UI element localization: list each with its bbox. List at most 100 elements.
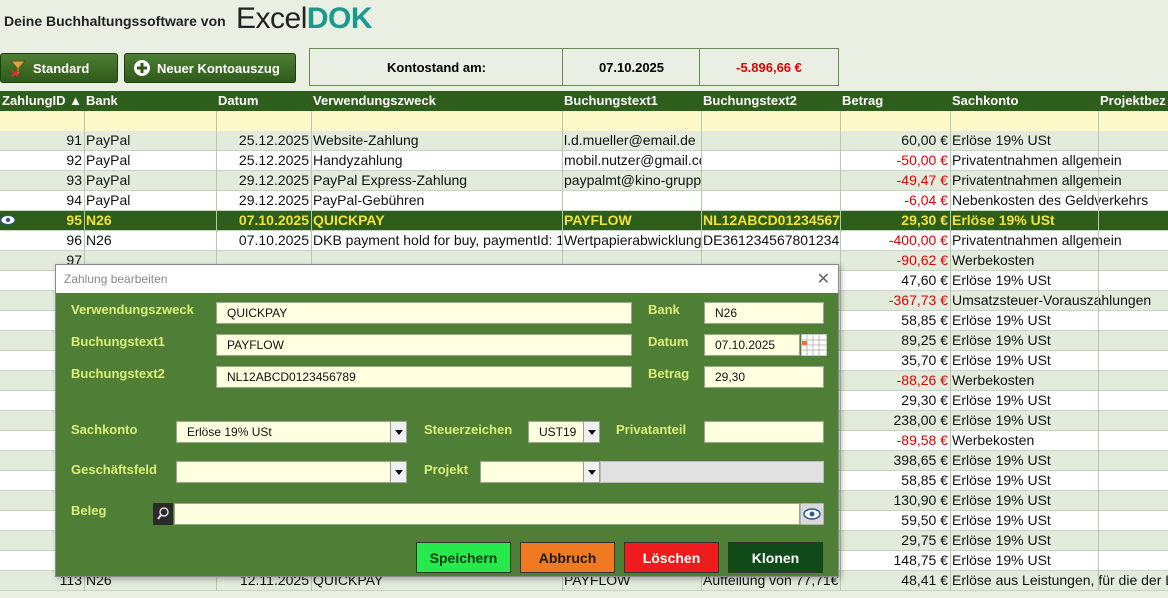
chevron-down-icon[interactable] [583, 462, 599, 482]
cell-amount: 238,00 € [893, 412, 949, 428]
date-input[interactable]: 07.10.2025 [704, 334, 800, 356]
table-row-selected[interactable]: 95 N26 07.10.2025 QUICKPAY PAYFLOW NL12ABCD01… [0, 211, 1168, 231]
column-header-date[interactable]: Datum [216, 91, 311, 111]
tax-label: Steuerzeichen [424, 422, 513, 437]
cell-amount: -88,26 € [896, 372, 948, 388]
column-header-purpose[interactable]: Verwendungszweck [311, 91, 562, 111]
cell-amount: -90,62 € [896, 252, 948, 268]
cell-amount: 35,70 € [901, 352, 948, 368]
text2-input[interactable]: NL12ABCD0123456789 [216, 366, 632, 388]
field-select[interactable] [176, 461, 407, 483]
column-header-text1[interactable]: Buchungstext1 [562, 91, 701, 111]
cell-bank: N26 [86, 232, 112, 248]
cell-amount: -49,47 € [896, 172, 948, 188]
cell-text2: NL12ABCD0123456789 [703, 212, 840, 228]
cell-text1 [562, 191, 701, 210]
eye-icon[interactable] [800, 503, 824, 525]
receipt-input[interactable] [174, 503, 800, 525]
cell-purpose: Handyzahlung [313, 152, 403, 168]
cell-account: Erlöse 19% USt [952, 212, 1055, 228]
chevron-down-icon[interactable] [390, 462, 406, 482]
chevron-down-icon[interactable] [583, 422, 599, 442]
cell-amount: 59,50 € [901, 512, 948, 528]
cell-account: Erlöse 19% USt [952, 352, 1051, 368]
filter-row[interactable] [0, 111, 1168, 131]
private-input[interactable] [704, 421, 824, 443]
standard-button[interactable]: Standard [0, 53, 118, 83]
table-row[interactable]: 96 N26 07.10.2025 DKB payment hold for buy,… [0, 231, 1168, 251]
project-description-field [600, 461, 824, 483]
cell-amount: -400,00 € [888, 232, 948, 248]
exceldok-logo: ExcelDOK [236, 2, 373, 36]
cell-amount: 48,41 € [901, 572, 948, 588]
tax-select-value: UST19 [539, 425, 577, 439]
cell-account: Erlöse 19% USt [952, 312, 1051, 328]
plus-circle-icon [134, 60, 150, 76]
cell-amount: 58,85 € [901, 472, 948, 488]
delete-button[interactable]: Löschen [624, 542, 719, 573]
cell-date: 29.12.2025 [238, 192, 309, 208]
new-statement-button[interactable]: Neuer Kontoauszug [124, 53, 296, 83]
chevron-down-icon[interactable] [390, 422, 406, 442]
column-header-id[interactable]: ZahlungID ▲ [0, 91, 84, 111]
account-select[interactable]: Erlöse 19% USt [176, 421, 407, 443]
account-label: Sachkonto [71, 422, 138, 437]
bank-input[interactable]: N26 [704, 302, 824, 324]
amount-input[interactable]: 29,30 [704, 366, 824, 388]
cell-account: Erlöse 19% USt [952, 472, 1051, 488]
tax-select[interactable]: UST19 [528, 421, 600, 443]
attach-receipt-icon[interactable] [153, 503, 173, 525]
column-header-bank[interactable]: Bank [84, 91, 216, 111]
account-select-value: Erlöse 19% USt [187, 425, 272, 439]
close-icon[interactable]: ✕ [817, 269, 830, 288]
project-label: Projekt [424, 462, 469, 477]
cell-text2: DE36123456780123456 [703, 232, 840, 248]
clone-button[interactable]: Klonen [728, 542, 823, 573]
cell-amount: 148,75 € [893, 552, 949, 568]
purpose-label: Verwendungszweck [71, 302, 194, 317]
column-header-amount[interactable]: Betrag [840, 91, 950, 111]
calendar-icon[interactable] [801, 334, 827, 356]
cell-text1: paypalmt@kino-gruppe.de [564, 172, 701, 188]
cell-purpose: Website-Zahlung [313, 132, 419, 148]
text1-label: Buchungstext1 [71, 334, 165, 349]
text1-input[interactable]: PAYFLOW [216, 334, 632, 356]
bank-label: Bank [648, 302, 680, 317]
cell-amount: 47,60 € [901, 272, 948, 288]
project-select[interactable] [480, 461, 600, 483]
column-header-project[interactable]: Projektbez [1098, 91, 1168, 111]
cell-text2 [701, 171, 840, 190]
cell-purpose: QUICKPAY [313, 212, 385, 228]
field-label: Geschäftsfeld [71, 462, 157, 477]
table-row[interactable]: 94 PayPal 29.12.2025 PayPal-Gebühren -6,04 €… [0, 191, 1168, 211]
logo-excel: Excel [236, 2, 307, 35]
table-row[interactable]: 93 PayPal 29.12.2025 PayPal Express-Zahlung… [0, 171, 1168, 191]
cell-text2 [701, 151, 840, 170]
filter-reset-icon [9, 60, 27, 77]
cell-amount: 89,25 € [901, 332, 948, 348]
column-divider [840, 111, 841, 591]
cell-text1: PAYFLOW [564, 212, 632, 228]
column-header-text2[interactable]: Buchungstext2 [701, 91, 840, 111]
table-row[interactable]: 91 PayPal 25.12.2025 Website-Zahlung l.d.mue… [0, 131, 1168, 151]
cancel-button[interactable]: Abbruch [520, 542, 615, 573]
cell-id: 95 [66, 212, 82, 228]
cell-account: Erlöse 19% USt [952, 512, 1051, 528]
cell-amount: 130,90 € [893, 492, 949, 508]
cell-account: Privatentnahmen allgemein [952, 172, 1122, 188]
cell-amount: -89,58 € [896, 432, 948, 448]
save-button[interactable]: Speichern [416, 542, 511, 573]
cell-amount: 60,00 € [901, 132, 948, 148]
cell-account: Werbekosten [952, 252, 1035, 268]
cell-text2 [701, 191, 840, 210]
cell-account: Werbekosten [952, 372, 1035, 388]
purpose-input[interactable]: QUICKPAY [216, 302, 632, 324]
cell-account: Nebenkosten des Geldverkehrs [952, 192, 1149, 208]
cell-amount: -6,04 € [904, 192, 948, 208]
balance-value: -5.896,66 € [699, 48, 839, 86]
table-row[interactable]: 92 PayPal 25.12.2025 Handyzahlung mobil.nutz… [0, 151, 1168, 171]
cell-account: Erlöse 19% USt [952, 412, 1051, 428]
cell-account: Erlöse 19% USt [952, 532, 1051, 548]
cell-date: 07.10.2025 [238, 232, 309, 248]
column-header-account[interactable]: Sachkonto [950, 91, 1098, 111]
